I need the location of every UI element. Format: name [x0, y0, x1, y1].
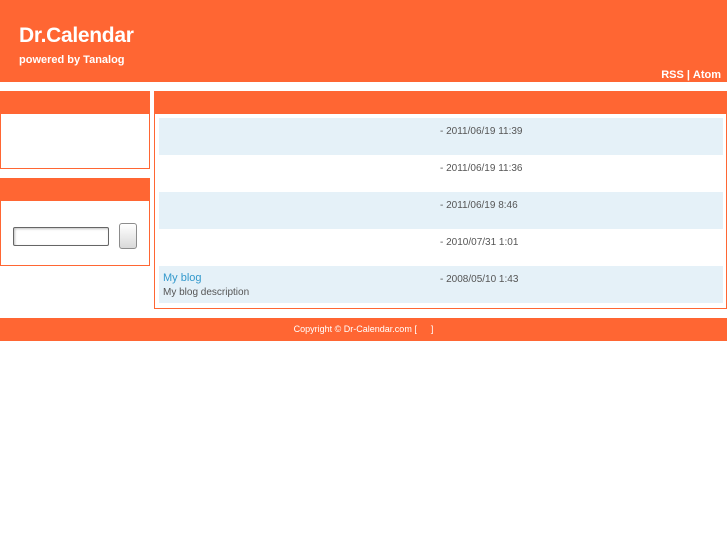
list-item: - 2011/06/19 11:39 [159, 118, 723, 155]
entry-description: My blog description [163, 287, 250, 298]
footer-close-bracket: ] [430, 324, 434, 334]
site-tagline: powered by Tanalog [19, 54, 125, 66]
footer-copyright: Copyright © Dr-Calendar.com [ [293, 324, 417, 334]
entry-date: - 2011/06/19 8:46 [440, 200, 518, 211]
main-content-box: - 2011/06/19 11:39 - 2011/06/19 11:36 - … [154, 91, 727, 309]
sidebar-search-box [0, 178, 150, 266]
site-header: Dr.Calendar powered by Tanalog RSS | Atom [0, 0, 727, 82]
sidebar-box-top [0, 91, 150, 169]
atom-link[interactable]: Atom [693, 69, 721, 81]
site-title[interactable]: Dr.Calendar [19, 24, 134, 48]
entry-list: - 2011/06/19 11:39 - 2011/06/19 11:36 - … [159, 118, 723, 303]
list-item: - 2011/06/19 11:36 [159, 155, 723, 192]
rss-link[interactable]: RSS [661, 69, 684, 81]
entry-date: - 2011/06/19 11:39 [440, 126, 523, 137]
list-item: My blog - 2008/05/10 1:43 My blog descri… [159, 266, 723, 303]
main-content-header [155, 92, 726, 114]
entry-date: - 2008/05/10 1:43 [440, 274, 519, 285]
entry-date: - 2011/06/19 11:36 [440, 163, 523, 174]
feed-separator: | [686, 69, 690, 81]
search-button[interactable] [119, 223, 137, 249]
site-footer: Copyright © Dr-Calendar.com [] [0, 318, 727, 341]
entry-date: - 2010/07/31 1:01 [440, 237, 519, 248]
list-item: - 2010/07/31 1:01 [159, 229, 723, 266]
list-item: - 2011/06/19 8:46 [159, 192, 723, 229]
sidebar-box-top-header [1, 92, 149, 114]
search-input[interactable] [13, 227, 109, 246]
sidebar-search-box-header [1, 179, 149, 201]
entry-title[interactable]: My blog [163, 271, 202, 285]
feed-links: RSS | Atom [661, 68, 721, 82]
